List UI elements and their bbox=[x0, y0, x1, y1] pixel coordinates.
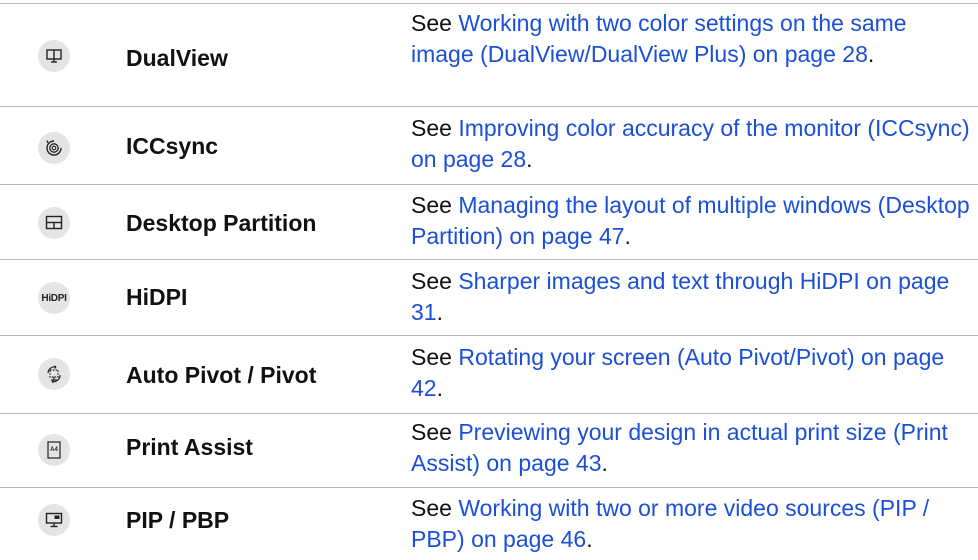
feature-description: See Previewing your design in actual pri… bbox=[411, 417, 971, 479]
feature-name: Print Assist bbox=[126, 434, 253, 460]
period: . bbox=[526, 146, 533, 172]
page-reference-link[interactable]: Sharper images and text through HiDPI on… bbox=[411, 268, 949, 325]
table-row: HiDPI HiDPI See Sharper images and text … bbox=[0, 260, 978, 336]
see-text: See bbox=[411, 115, 459, 141]
feature-description: See Improving color accuracy of the moni… bbox=[411, 113, 971, 175]
page-reference-link[interactable]: Managing the layout of multiple windows … bbox=[411, 192, 970, 249]
period: . bbox=[436, 375, 443, 401]
page-reference-link[interactable]: Rotating your screen (Auto Pivot/Pivot) … bbox=[411, 344, 944, 401]
period: . bbox=[586, 526, 593, 552]
see-text: See bbox=[411, 344, 459, 370]
see-text: See bbox=[411, 192, 459, 218]
page-reference-link[interactable]: Previewing your design in actual print s… bbox=[411, 419, 948, 476]
print-assist-icon: A4 bbox=[38, 434, 70, 466]
page-reference-link[interactable]: Working with two color settings on the s… bbox=[411, 10, 907, 67]
iccsync-icon bbox=[38, 132, 70, 164]
period: . bbox=[436, 299, 443, 325]
feature-name: DualView bbox=[126, 45, 228, 71]
print-assist-icon-text: A4 bbox=[50, 447, 58, 453]
see-text: See bbox=[411, 268, 459, 294]
period: . bbox=[601, 450, 608, 476]
feature-name: ICCsync bbox=[126, 133, 219, 159]
hidpi-icon-text: HiDPI bbox=[41, 292, 67, 304]
feature-name: HiDPI bbox=[126, 284, 188, 310]
table-row: Auto Pivot / Pivot See Rotating your scr… bbox=[0, 336, 978, 414]
page-reference-link[interactable]: Improving color accuracy of the monitor … bbox=[411, 115, 970, 172]
table-row: PIP / PBP See Working with two or more v… bbox=[0, 488, 978, 558]
pip-pbp-icon bbox=[38, 504, 70, 536]
feature-name: Auto Pivot / Pivot bbox=[126, 362, 317, 388]
feature-description: See Rotating your screen (Auto Pivot/Piv… bbox=[411, 342, 971, 404]
feature-description: See Managing the layout of multiple wind… bbox=[411, 190, 971, 252]
table-row: ICCsync See Improving color accuracy of … bbox=[0, 107, 978, 185]
see-text: See bbox=[411, 10, 459, 36]
dualview-icon bbox=[38, 40, 70, 72]
pivot-icon bbox=[38, 358, 70, 390]
feature-description: See Working with two color settings on t… bbox=[411, 8, 971, 70]
desktop-partition-icon bbox=[38, 207, 70, 239]
period: . bbox=[624, 223, 631, 249]
table-row: Desktop Partition See Managing the layou… bbox=[0, 185, 978, 260]
feature-name: Desktop Partition bbox=[126, 210, 317, 236]
page-reference-link[interactable]: Working with two or more video sources (… bbox=[411, 495, 929, 552]
feature-description: See Sharper images and text through HiDP… bbox=[411, 266, 971, 328]
feature-description: See Working with two or more video sourc… bbox=[411, 493, 971, 555]
see-text: See bbox=[411, 495, 459, 521]
period: . bbox=[867, 41, 875, 67]
feature-name: PIP / PBP bbox=[126, 507, 230, 533]
see-text: See bbox=[411, 419, 459, 445]
hidpi-icon: HiDPI bbox=[38, 282, 70, 314]
table-row: A4 Print Assist See Previewing your desi… bbox=[0, 414, 978, 488]
table-row: DualView See Working with two color sett… bbox=[0, 4, 978, 107]
